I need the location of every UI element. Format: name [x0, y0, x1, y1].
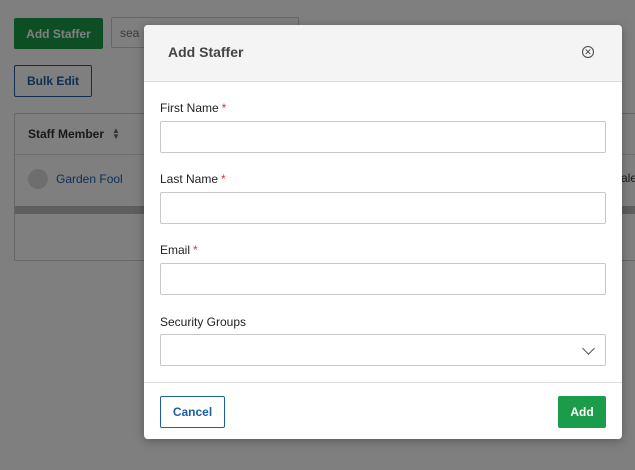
- security-groups-select[interactable]: [160, 334, 606, 366]
- modal-footer: Cancel Add: [144, 382, 622, 439]
- last-name-label: Last Name *: [160, 172, 226, 186]
- modal-header: Add Staffer ✕: [144, 25, 622, 82]
- required-marker: *: [193, 243, 198, 257]
- email-field[interactable]: [160, 263, 606, 295]
- last-name-field[interactable]: [160, 192, 606, 224]
- add-staffer-modal: Add Staffer ✕ First Name * Last Name * Ema…: [144, 25, 622, 439]
- security-groups-label-text: Security Groups: [160, 315, 247, 329]
- required-marker: *: [221, 172, 226, 186]
- required-marker: *: [221, 101, 227, 115]
- chevron-down-icon[interactable]: [582, 342, 595, 355]
- first-name-label-text: First Name: [160, 101, 219, 115]
- last-name-label-text: Last Name: [160, 172, 219, 186]
- security-groups-label: Security Groups: [160, 315, 246, 329]
- email-label: Email *: [160, 243, 198, 257]
- cancel-button[interactable]: Cancel: [160, 396, 225, 428]
- email-label-text: Email: [160, 243, 191, 257]
- first-name-field[interactable]: [160, 121, 606, 153]
- first-name-label: First Name *: [160, 101, 226, 115]
- modal-title: Add Staffer: [168, 44, 244, 60]
- close-icon[interactable]: ✕: [582, 46, 594, 58]
- add-button[interactable]: Add: [558, 396, 606, 428]
